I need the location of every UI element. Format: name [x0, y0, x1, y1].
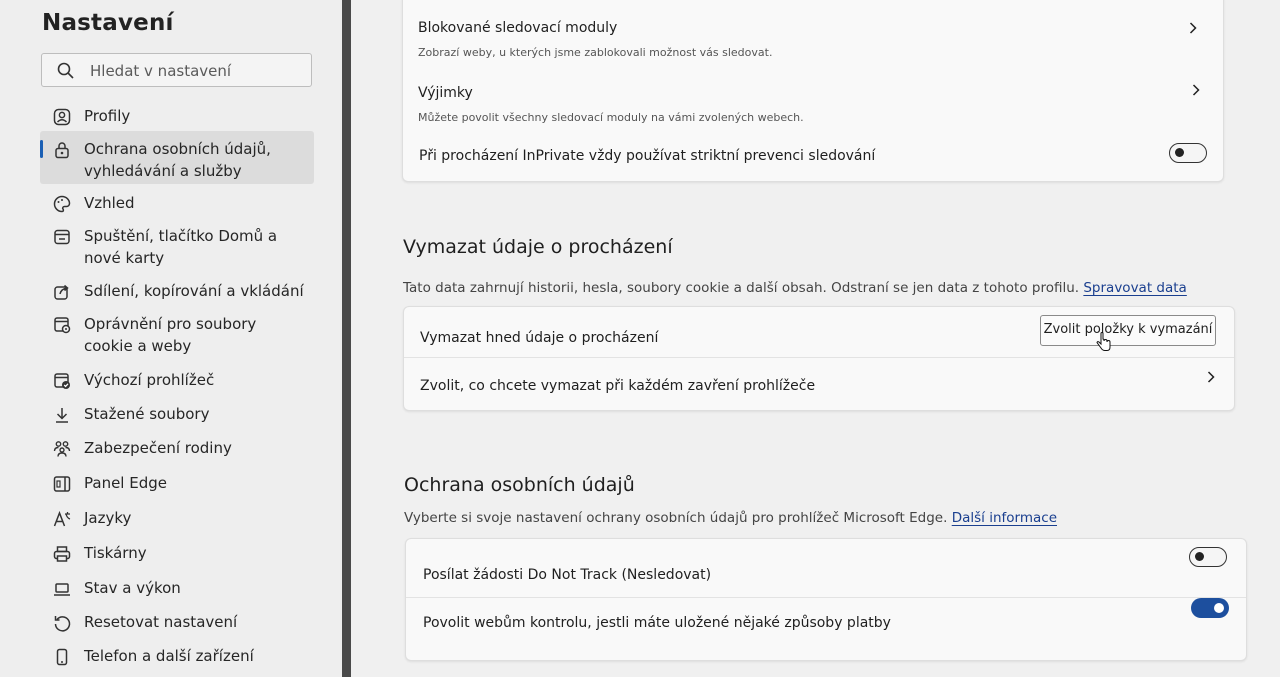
sidebar-item-default-browser[interactable]: Výchozí prohlížeč — [40, 369, 314, 393]
language-icon — [53, 510, 71, 527]
sidebar-item-share[interactable]: Sdílení, kopírování a vkládání — [40, 280, 314, 304]
sidebar-item-label: Zabezpečení rodiny — [84, 439, 232, 457]
sidebar-item-profiles[interactable]: Profily — [40, 105, 314, 129]
sidebar-item-label: Stažené soubory — [84, 405, 210, 423]
blocked-trackers-row[interactable]: Blokované sledovací moduly Zobrazí weby,… — [403, 7, 1223, 59]
sidebar-divider — [342, 0, 351, 677]
sidebar-item-label: Ochrana osobních údajů, vyhledávání a sl… — [84, 140, 271, 180]
toggle-knob — [1214, 603, 1224, 613]
inprivate-strict-toggle[interactable] — [1169, 143, 1207, 163]
sidebar-item-label: Panel Edge — [84, 474, 167, 492]
sidebar-item-family[interactable]: Zabezpečení rodiny — [40, 437, 314, 461]
cookie-icon — [54, 317, 71, 334]
do-not-track-label: Posílat žádosti Do Not Track (Nesledovat… — [423, 567, 712, 583]
panel-icon — [53, 476, 71, 492]
laptop-icon — [54, 583, 70, 596]
blocked-trackers-title: Blokované sledovací moduly — [418, 20, 618, 36]
appearance-icon — [53, 195, 71, 213]
sidebar-item-phone[interactable]: Telefon a další zařízení — [40, 645, 314, 669]
sidebar-item-label: Stav a výkon — [84, 579, 181, 597]
sidebar-item-label: Tiskárny — [84, 544, 147, 562]
search-input[interactable]: Hledat v nastavení — [41, 53, 312, 87]
sidebar-item-printers[interactable]: Tiskárny — [40, 542, 314, 566]
sidebar-item-label: Spuštění, tlačítko Domů a nové karty — [84, 227, 278, 267]
clear-on-close-label: Zvolit, co chcete vymazat při každém zav… — [420, 378, 816, 394]
chevron-right-icon — [1207, 371, 1215, 383]
sidebar-item-label: Resetovat nastavení — [84, 613, 238, 631]
chevron-right-icon — [1192, 84, 1200, 96]
tracking-card: Blokované sledovací moduly Zobrazí weby,… — [402, 0, 1224, 182]
inprivate-strict-label: Při procházení InPrivate vždy používat s… — [419, 148, 876, 164]
more-info-link[interactable]: Další informace — [952, 510, 1057, 526]
sidebar-item-label: Sdílení, kopírování a vkládání — [84, 282, 304, 300]
clear-now-label: Vymazat hned údaje o procházení — [420, 330, 659, 346]
sidebar-item-cookies[interactable]: Oprávnění pro soubory cookie a weby — [40, 313, 314, 359]
toggle-knob — [1175, 148, 1184, 157]
profile-icon — [53, 108, 71, 126]
sidebar-item-label: Výchozí prohlížeč — [84, 371, 215, 389]
sidebar-item-privacy[interactable]: Ochrana osobních údajů, vyhledávání a sl… — [40, 131, 314, 184]
privacy-card: Posílat žádosti Do Not Track (Nesledovat… — [405, 538, 1247, 661]
sidebar-item-languages[interactable]: Jazyky — [40, 507, 314, 531]
do-not-track-toggle[interactable] — [1189, 547, 1227, 567]
exceptions-title: Výjimky — [418, 85, 473, 101]
settings-main: Blokované sledovací moduly Zobrazí weby,… — [351, 0, 1280, 677]
active-indicator — [40, 140, 43, 158]
privacy-desc-text: Vyberte si svoje nastavení ochrany osobn… — [404, 510, 948, 526]
clear-section-desc: Tato data zahrnují historii, hesla, soub… — [403, 280, 1187, 296]
search-placeholder: Hledat v nastavení — [90, 62, 232, 80]
sidebar-item-reset[interactable]: Resetovat nastavení — [40, 611, 314, 635]
printer-icon — [53, 546, 71, 562]
blocked-trackers-desc: Zobrazí weby, u kterých jsme zablokovali… — [418, 46, 773, 59]
sidebar-item-startup[interactable]: Spuštění, tlačítko Domů a nové karty — [40, 225, 314, 271]
sidebar-item-label: Oprávnění pro soubory cookie a weby — [84, 315, 257, 355]
clear-desc-text: Tato data zahrnují historii, hesla, soub… — [403, 280, 1080, 296]
exceptions-row[interactable]: Výjimky Můžete povolit všechny sledovací… — [403, 73, 1223, 125]
manage-data-link[interactable]: Spravovat data — [1083, 280, 1186, 296]
clear-on-close-row[interactable]: Zvolit, co chcete vymazat při každém zav… — [404, 358, 1234, 410]
hand-cursor-icon — [1096, 332, 1111, 351]
sidebar-item-label: Jazyky — [84, 509, 132, 527]
chevron-right-icon — [1189, 22, 1197, 34]
payment-check-row: Povolit webům kontrolu, jestli máte ulož… — [406, 598, 1246, 658]
exceptions-desc: Můžete povolit všechny sledovací moduly … — [418, 111, 804, 124]
settings-sidebar: Nastavení Hledat v nastavení Profily Och… — [0, 0, 342, 677]
share-icon — [54, 284, 69, 300]
privacy-section-desc: Vyberte si svoje nastavení ochrany osobn… — [404, 510, 1057, 526]
clear-card: Vymazat hned údaje o procházení Zvolit p… — [403, 306, 1235, 411]
inprivate-strict-row: Při procházení InPrivate vždy používat s… — [403, 143, 1223, 173]
clear-section-title: Vymazat údaje o procházení — [403, 236, 673, 258]
sidebar-item-label: Profily — [84, 107, 131, 125]
page-title: Nastavení — [42, 10, 174, 36]
sidebar-item-label: Telefon a další zařízení — [84, 647, 254, 665]
sidebar-item-system[interactable]: Stav a výkon — [40, 577, 314, 601]
startup-icon — [54, 229, 70, 245]
payment-check-label: Povolit webům kontrolu, jestli máte ulož… — [423, 615, 891, 631]
sidebar-item-appearance[interactable]: Vzhled — [40, 192, 314, 216]
lock-icon — [55, 142, 69, 159]
family-icon — [53, 441, 71, 457]
browser-icon — [54, 373, 70, 389]
payment-check-toggle[interactable] — [1191, 598, 1229, 618]
search-icon — [57, 62, 74, 79]
sidebar-item-edge-panel[interactable]: Panel Edge — [40, 472, 314, 496]
download-icon — [56, 408, 68, 423]
sidebar-item-label: Vzhled — [84, 194, 135, 212]
sidebar-item-downloads[interactable]: Stažené soubory — [40, 403, 314, 427]
toggle-knob — [1195, 552, 1204, 561]
do-not-track-row: Posílat žádosti Do Not Track (Nesledovat… — [406, 539, 1246, 597]
privacy-section-title: Ochrana osobních údajů — [404, 474, 635, 496]
reset-icon — [54, 616, 71, 632]
phone-icon — [56, 648, 68, 666]
choose-items-button[interactable]: Zvolit položky k vymazání — [1040, 315, 1216, 346]
